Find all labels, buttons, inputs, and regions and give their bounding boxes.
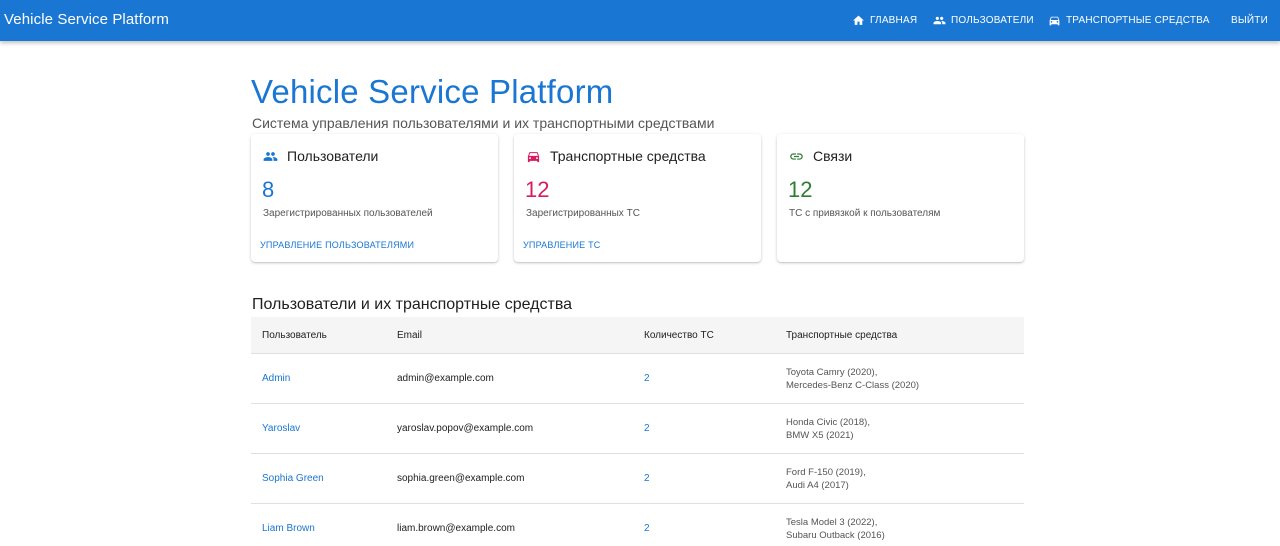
table-header: Пользователь Email Количество ТС Транспо… bbox=[251, 317, 1024, 354]
nav-vehicles[interactable]: Транспортные средства bbox=[1048, 0, 1210, 41]
vehicle-list: Toyota Camry (2020), Mercedes-Benz C-Cla… bbox=[786, 366, 919, 392]
vehicle-item: Audi A4 (2017) bbox=[786, 480, 849, 491]
people-icon bbox=[263, 151, 278, 161]
column-header-vehicles: Транспортные средства bbox=[786, 330, 898, 341]
column-header-count: Количество ТС bbox=[644, 330, 714, 341]
user-name-link[interactable]: Liam Brown bbox=[262, 523, 315, 534]
card-description: Зарегистрированных ТС bbox=[526, 208, 640, 219]
users-vehicles-table: Пользователь Email Количество ТС Транспо… bbox=[251, 317, 1024, 546]
user-email: liam.brown@example.com bbox=[397, 523, 515, 534]
vehicle-item: BMW X5 (2021) bbox=[786, 430, 854, 441]
app-brand[interactable]: Vehicle Service Platform bbox=[4, 11, 169, 28]
user-email: sophia.green@example.com bbox=[397, 473, 525, 484]
manage-users-link[interactable]: Управление пользователями bbox=[260, 240, 414, 250]
card-header: Пользователи bbox=[263, 148, 378, 164]
nav-home[interactable]: Главная bbox=[852, 0, 917, 41]
column-header-email: Email bbox=[397, 330, 423, 341]
nav-users-label: Пользователи bbox=[951, 15, 1034, 26]
card-description: ТС с привязкой к пользователям bbox=[789, 208, 941, 219]
card-header: Связи bbox=[789, 148, 852, 164]
manage-vehicles-link[interactable]: Управление ТС bbox=[523, 240, 600, 250]
users-count: 8 bbox=[262, 177, 275, 202]
vehicle-item: Ford F-150 (2019), bbox=[786, 467, 866, 478]
nav-home-label: Главная bbox=[870, 15, 918, 26]
table-row: Admin admin@example.com 2 Toyota Camry (… bbox=[251, 354, 1024, 404]
vehicle-item: Subaru Outback (2016) bbox=[786, 530, 885, 541]
vehicles-count: 12 bbox=[525, 177, 550, 202]
links-stat-card: Связи 12 ТС с привязкой к пользователям bbox=[777, 134, 1024, 262]
user-name-link[interactable]: Admin bbox=[262, 373, 290, 384]
users-stat-card: Пользователи 8 Зарегистрированных пользо… bbox=[251, 134, 498, 262]
user-email: admin@example.com bbox=[397, 373, 494, 384]
app-bar: Vehicle Service Platform Главная Пользов… bbox=[0, 0, 1280, 41]
card-title: Транспортные средства bbox=[550, 148, 706, 164]
card-title: Связи bbox=[813, 148, 853, 164]
vehicle-item: Toyota Camry (2020), bbox=[786, 367, 878, 378]
column-header-user: Пользователь bbox=[262, 330, 327, 341]
user-email: yaroslav.popov@example.com bbox=[397, 423, 534, 434]
logout-button[interactable]: Выйти bbox=[1231, 0, 1268, 41]
card-title: Пользователи bbox=[287, 148, 379, 164]
table-row: Liam Brown liam.brown@example.com 2 Tesl… bbox=[251, 504, 1024, 546]
nav-vehicles-label: Транспортные средства bbox=[1066, 15, 1210, 26]
vehicle-count-link[interactable]: 2 bbox=[644, 423, 650, 434]
logout-label: Выйти bbox=[1231, 15, 1269, 26]
page-subtitle: Система управления пользователями и их т… bbox=[252, 115, 715, 131]
vehicle-list: Tesla Model 3 (2022), Subaru Outback (20… bbox=[786, 516, 885, 542]
vehicle-item: Mercedes-Benz C-Class (2020) bbox=[786, 380, 920, 391]
vehicle-count-link[interactable]: 2 bbox=[644, 373, 650, 384]
car-icon bbox=[1049, 16, 1060, 26]
vehicle-list: Honda Civic (2018), BMW X5 (2021) bbox=[786, 416, 870, 442]
vehicle-count-link[interactable]: 2 bbox=[644, 473, 650, 484]
people-icon bbox=[933, 16, 946, 25]
home-icon bbox=[853, 15, 864, 25]
vehicle-count-link[interactable]: 2 bbox=[644, 523, 650, 534]
page-title: Vehicle Service Platform bbox=[251, 73, 614, 110]
link-icon bbox=[790, 152, 803, 160]
user-name-link[interactable]: Sophia Green bbox=[262, 473, 324, 484]
section-title: Пользователи и их транспортные средства bbox=[252, 296, 573, 313]
user-name-link[interactable]: Yaroslav bbox=[262, 423, 300, 434]
vehicles-stat-card: Транспортные средства 12 Зарегистрирован… bbox=[514, 134, 761, 262]
links-count: 12 bbox=[788, 177, 813, 202]
table-row: Yaroslav yaroslav.popov@example.com 2 Ho… bbox=[251, 404, 1024, 454]
car-icon bbox=[527, 151, 540, 162]
vehicle-item: Tesla Model 3 (2022), bbox=[786, 517, 878, 528]
vehicle-list: Ford F-150 (2019), Audi A4 (2017) bbox=[786, 466, 866, 492]
card-header: Транспортные средства bbox=[526, 148, 706, 164]
table-row: Sophia Green sophia.green@example.com 2 … bbox=[251, 454, 1024, 504]
nav-users[interactable]: Пользователи bbox=[933, 0, 1034, 41]
card-description: Зарегистрированных пользователей bbox=[263, 208, 433, 219]
vehicle-item: Honda Civic (2018), bbox=[786, 417, 870, 428]
